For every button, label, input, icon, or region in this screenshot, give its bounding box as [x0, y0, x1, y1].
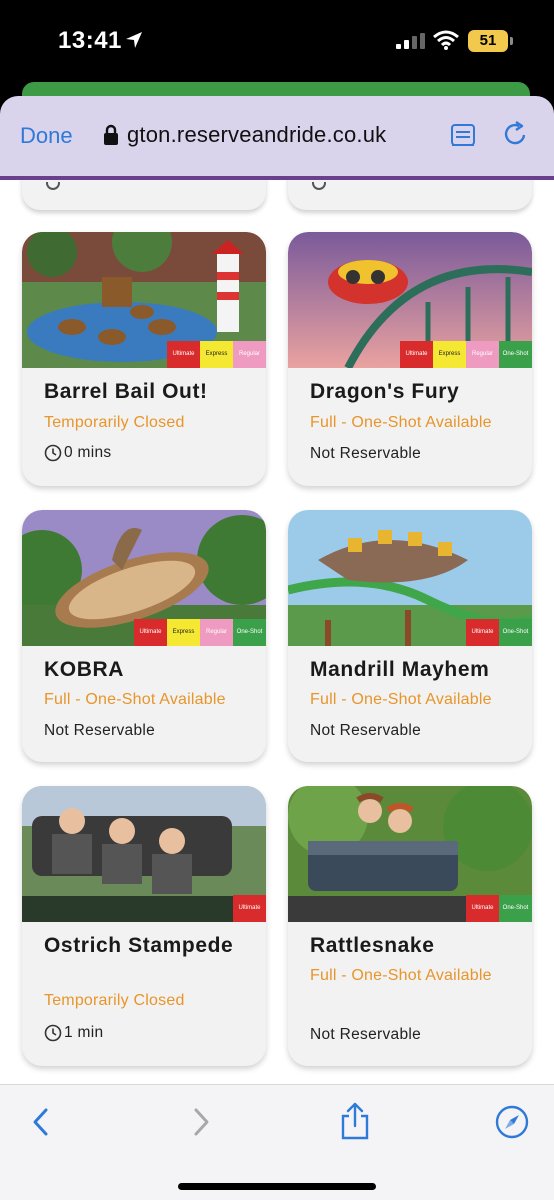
ride-status: Temporarily Closed: [44, 992, 185, 1009]
ride-card[interactable]: Ultimate Express Regular One-Shot KOBRA …: [22, 510, 266, 762]
browser-url-bar: Done gton.reserveandride.co.uk: [0, 96, 554, 180]
tag-regular: Regular: [200, 619, 233, 646]
ride-image: Ultimate One-Shot: [288, 510, 532, 646]
tag-ultimate: Ultimate: [466, 619, 499, 646]
ride-name: Rattlesnake: [310, 934, 435, 957]
ride-image: Ultimate: [22, 786, 266, 922]
location-arrow-icon: [126, 32, 142, 48]
ride-card[interactable]: Ultimate Express Regular Barrel Bail Out…: [22, 232, 266, 486]
ride-card[interactable]: Ultimate One-Shot Rattlesnake Full - One…: [288, 786, 532, 1066]
tag-ultimate: Ultimate: [134, 619, 167, 646]
tag-oneshot: One-Shot: [499, 619, 532, 646]
ride-wait: Not Reservable: [310, 445, 421, 463]
status-time: 13:41: [58, 27, 122, 54]
forward-icon[interactable]: [190, 1107, 212, 1137]
ride-card[interactable]: Ultimate Ostrich Stampede Temporarily Cl…: [22, 786, 266, 1066]
ticket-tags: Ultimate: [233, 895, 266, 922]
tag-regular: Regular: [466, 341, 499, 368]
signal-icon: [396, 33, 425, 49]
ride-image: Ultimate One-Shot: [288, 786, 532, 922]
tag-express: Express: [167, 619, 200, 646]
reader-icon[interactable]: [450, 122, 476, 148]
wait-time: 0 mins: [64, 444, 112, 461]
ride-status: Full - One-Shot Available: [310, 691, 492, 708]
ride-name: KOBRA: [44, 658, 124, 681]
reload-icon[interactable]: [502, 120, 530, 148]
ride-card-partial[interactable]: [288, 180, 532, 210]
ride-wait: Not Reservable: [44, 722, 155, 740]
ride-status: Full - One-Shot Available: [44, 691, 226, 708]
reservable-status: Not Reservable: [310, 722, 422, 739]
clock-icon: [46, 182, 60, 190]
tag-ultimate: Ultimate: [466, 895, 499, 922]
ticket-tags: Ultimate Express Regular: [167, 341, 266, 368]
clock-icon: [44, 444, 62, 462]
tag-oneshot: One-Shot: [499, 895, 532, 922]
ride-image: Ultimate Express Regular: [22, 232, 266, 368]
ride-name: Mandrill Mayhem: [310, 658, 490, 681]
reservable-status: Not Reservable: [310, 445, 422, 462]
reservable-status: Not Reservable: [44, 722, 156, 739]
done-button[interactable]: Done: [20, 123, 73, 149]
ride-wait: Not Reservable: [310, 722, 421, 740]
ticket-tags: Ultimate One-Shot: [466, 895, 532, 922]
ticket-tags: Ultimate Express Regular One-Shot: [134, 619, 266, 646]
ticket-tags: Ultimate Express Regular One-Shot: [400, 341, 532, 368]
ride-card[interactable]: Ultimate One-Shot Mandrill Mayhem Full -…: [288, 510, 532, 762]
tag-regular: Regular: [233, 341, 266, 368]
status-bar: 13:41 51: [0, 0, 554, 84]
ride-wait: Not Reservable: [310, 1026, 421, 1044]
tag-oneshot: One-Shot: [233, 619, 266, 646]
compass-icon[interactable]: [495, 1105, 529, 1139]
ride-list: Ultimate Express Regular Barrel Bail Out…: [0, 180, 554, 1084]
ride-wait: 1 min: [44, 1024, 103, 1042]
ride-name: Barrel Bail Out!: [44, 380, 208, 403]
url-field[interactable]: gton.reserveandride.co.uk: [127, 122, 386, 148]
home-indicator: [178, 1183, 376, 1190]
ride-name: Ostrich Stampede: [44, 934, 234, 957]
ticket-tags: Ultimate One-Shot: [466, 619, 532, 646]
tag-ultimate: Ultimate: [167, 341, 200, 368]
ride-status: Full - One-Shot Available: [310, 967, 492, 984]
share-icon[interactable]: [339, 1102, 371, 1140]
wifi-icon: [433, 30, 459, 50]
ride-wait: 0 mins: [44, 444, 111, 462]
ride-image: Ultimate Express Regular One-Shot: [22, 510, 266, 646]
tag-express: Express: [200, 341, 233, 368]
battery-level: 51: [479, 32, 497, 49]
tag-ultimate: Ultimate: [233, 895, 266, 922]
tag-oneshot: One-Shot: [499, 341, 532, 368]
clock-icon: [312, 182, 326, 190]
tag-express: Express: [433, 341, 466, 368]
ride-card-partial[interactable]: [22, 180, 266, 210]
ride-card[interactable]: Ultimate Express Regular One-Shot Dragon…: [288, 232, 532, 486]
lock-icon: [104, 124, 118, 145]
wait-time: 1 min: [64, 1024, 104, 1041]
tag-ultimate: Ultimate: [400, 341, 433, 368]
ride-name: Dragon's Fury: [310, 380, 460, 403]
ride-status: Temporarily Closed: [44, 414, 185, 431]
clock-icon: [44, 1024, 62, 1042]
ride-image: Ultimate Express Regular One-Shot: [288, 232, 532, 368]
ride-status: Full - One-Shot Available: [310, 414, 492, 431]
battery-icon: 51: [468, 30, 513, 52]
reservable-status: Not Reservable: [310, 1026, 422, 1043]
back-icon[interactable]: [30, 1107, 52, 1137]
